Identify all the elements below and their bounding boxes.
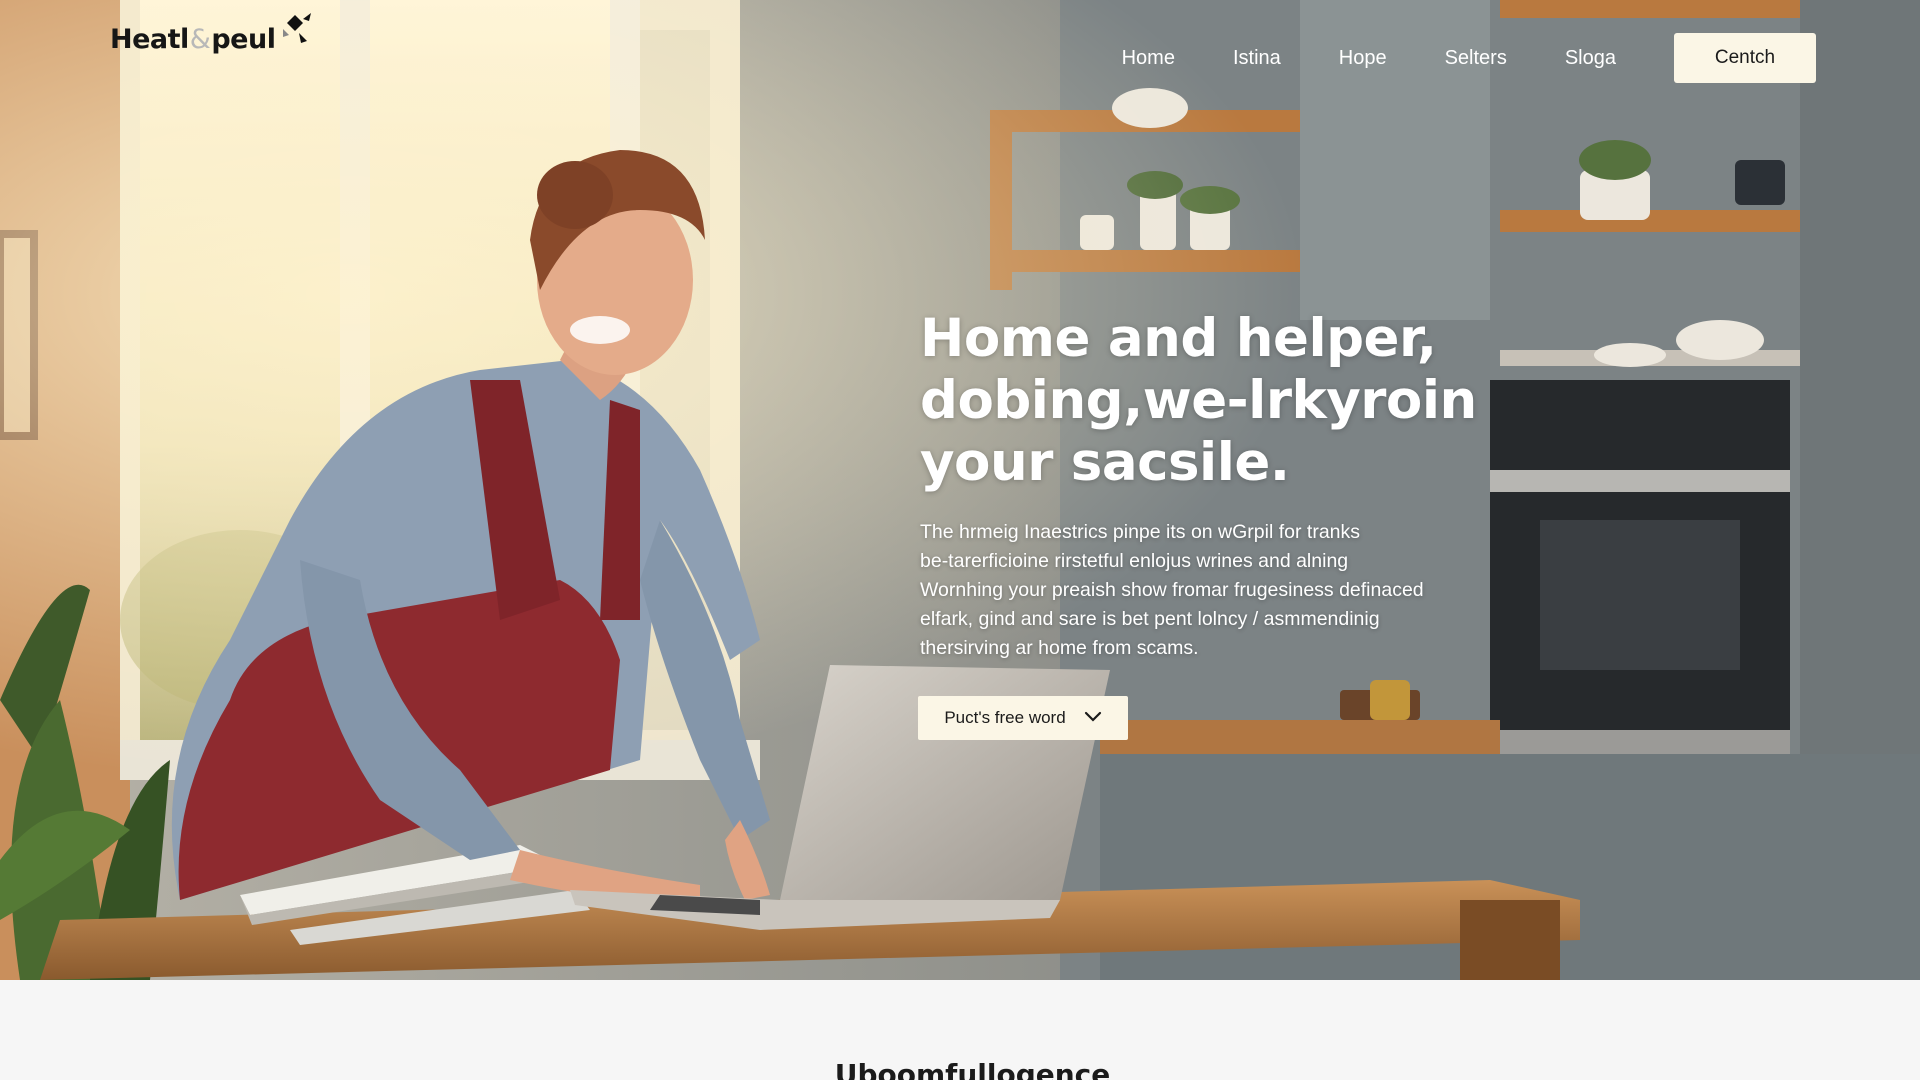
hero-button-label: Puct's free word [944,708,1066,727]
section-title: Uboomfullogence [834,1058,1111,1080]
brand-name-part2: peul [211,24,276,55]
nav-link-home[interactable]: Home [1122,33,1175,83]
nav-cta-button[interactable]: Centch [1674,33,1816,83]
brand-name-part1: Heatl [110,24,189,55]
nav-link-istina[interactable]: Istina [1233,33,1281,83]
hero-title: Home and helper, dobing,we-lrkyroin your… [920,308,1477,493]
nav-link-hope[interactable]: Hope [1339,33,1387,83]
next-section: Uboomfullogence [0,980,1920,1080]
brand-logo[interactable]: Heatl & peul [110,13,313,55]
main-nav: Home Istina Hope Selters Sloga Centch [1122,33,1816,83]
hero-section: Heatl & peul Home Istina Hope Selters Sl… [0,0,1920,980]
hero-dropdown-button[interactable]: Puct's free word [918,696,1128,740]
chevron-down-icon [1084,708,1102,728]
brand-ampersand: & [189,24,211,55]
diamond-mark-icon [279,13,313,54]
nav-link-selters[interactable]: Selters [1445,33,1507,83]
hero-description: The hrmeig Inaestrics pinpe its on wGrpi… [920,521,1424,659]
nav-link-sloga[interactable]: Sloga [1565,33,1616,83]
